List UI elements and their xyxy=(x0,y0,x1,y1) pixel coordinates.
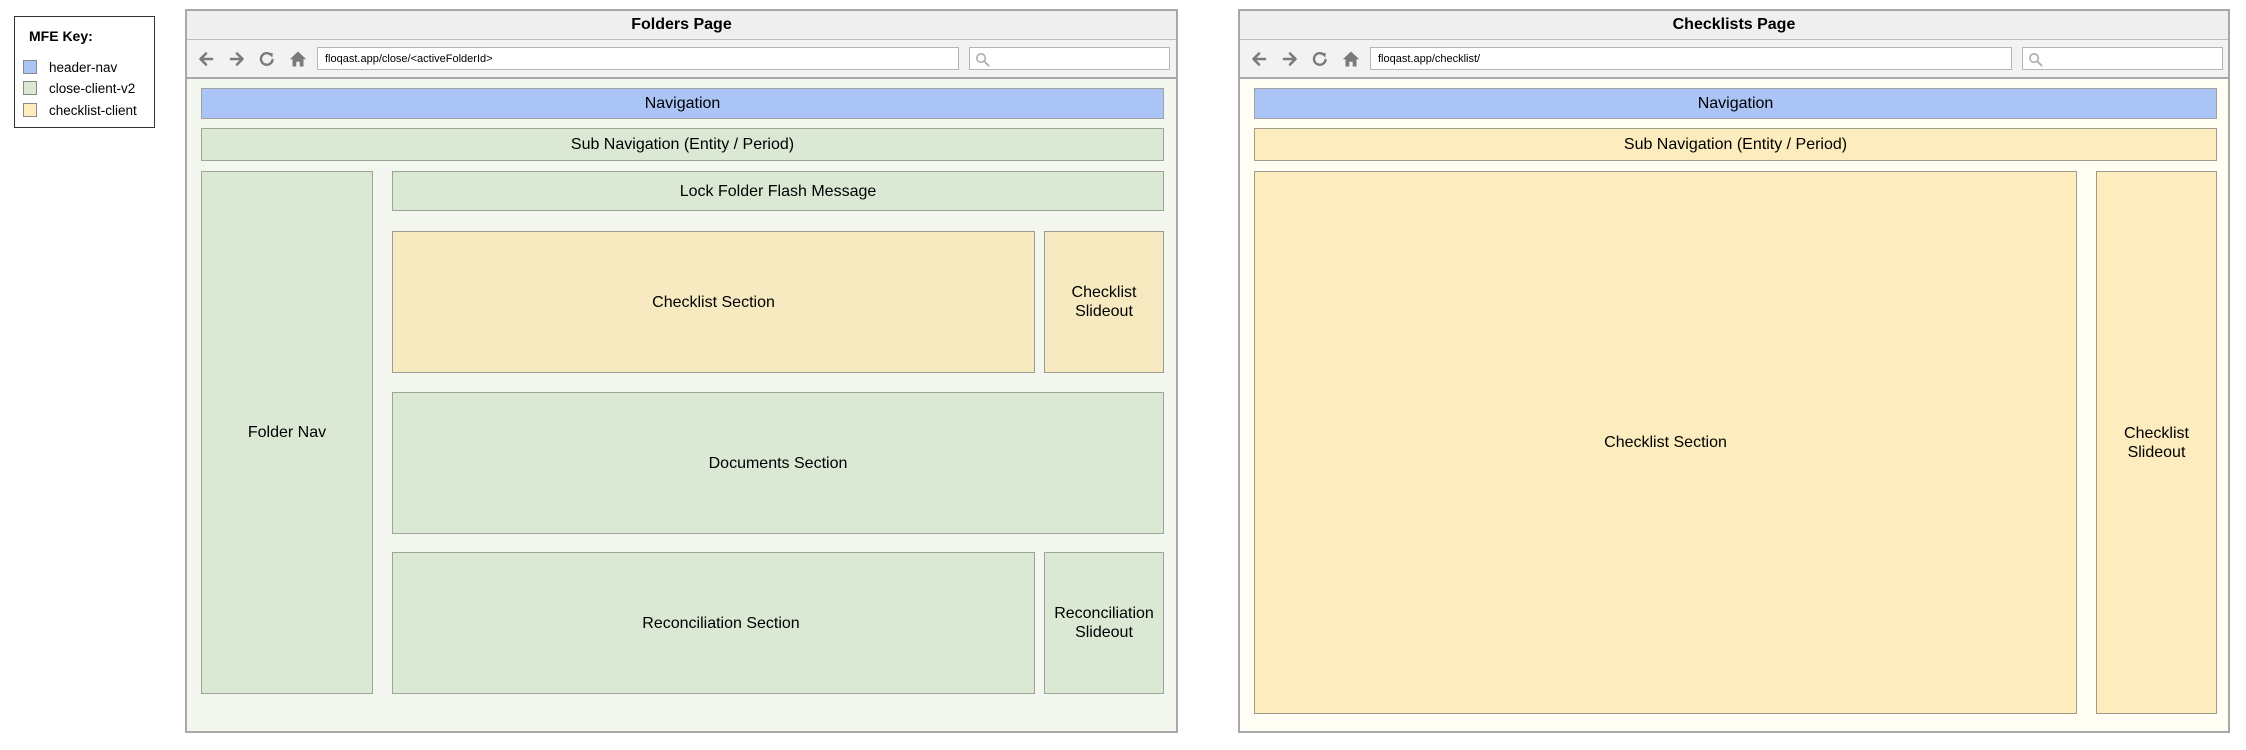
legend-item-close-client-v2: close-client-v2 xyxy=(23,80,135,96)
window-title: Checklists Page xyxy=(1240,11,2228,40)
sub-navigation-bar: Sub Navigation (Entity / Period) xyxy=(1254,128,2217,161)
browser-toolbar: floqast.app/close/<activeFolderId> xyxy=(187,40,1176,79)
address-bar[interactable]: floqast.app/checklist/ xyxy=(1370,47,2012,70)
navigation-bar: Navigation xyxy=(201,88,1164,119)
lock-folder-flash-message: Lock Folder Flash Message xyxy=(392,171,1164,211)
legend-label: header-nav xyxy=(49,59,118,75)
legend-swatch xyxy=(23,103,37,117)
search-icon xyxy=(2029,53,2043,67)
search-input[interactable] xyxy=(969,47,1170,70)
checklist-section: Checklist Section xyxy=(1254,171,2077,714)
folder-nav: Folder Nav xyxy=(201,171,373,694)
checklist-section: Checklist Section xyxy=(392,231,1035,373)
reconciliation-section: Reconciliation Section xyxy=(392,552,1035,694)
arrow-right-icon[interactable] xyxy=(227,49,247,69)
folders-page-window: Folders Page floqast.app/close/<activeFo… xyxy=(185,9,1178,733)
search-icon xyxy=(976,53,990,67)
legend-label: close-client-v2 xyxy=(49,80,136,96)
navigation-bar: Navigation xyxy=(1254,88,2217,119)
arrow-left-icon[interactable] xyxy=(196,49,216,69)
documents-section: Documents Section xyxy=(392,392,1164,534)
sub-navigation-bar: Sub Navigation (Entity / Period) xyxy=(201,128,1164,161)
legend-item-checklist-client: checklist-client xyxy=(23,102,137,118)
browser-toolbar: floqast.app/checklist/ xyxy=(1240,40,2228,79)
legend-label: checklist-client xyxy=(49,102,137,118)
arrow-left-icon[interactable] xyxy=(1249,49,1269,69)
legend-swatch xyxy=(23,81,37,95)
mfe-legend: MFE Key: header-nav close-client-v2 chec… xyxy=(14,16,155,128)
home-icon[interactable] xyxy=(1341,49,1361,69)
arrow-right-icon[interactable] xyxy=(1280,49,1300,69)
home-icon[interactable] xyxy=(288,49,308,69)
window-title: Folders Page xyxy=(187,11,1176,40)
address-bar[interactable]: floqast.app/close/<activeFolderId> xyxy=(317,47,959,70)
search-input[interactable] xyxy=(2022,47,2223,70)
legend-title: MFE Key: xyxy=(29,28,93,44)
refresh-icon[interactable] xyxy=(1310,49,1330,69)
legend-item-header-nav: header-nav xyxy=(23,59,117,75)
checklist-slideout: Checklist Slideout xyxy=(2096,171,2217,714)
refresh-icon[interactable] xyxy=(257,49,277,69)
checklist-slideout: Checklist Slideout xyxy=(1044,231,1164,373)
checklists-page-window: Checklists Page floqast.app/checklist/ N… xyxy=(1238,9,2230,733)
legend-swatch xyxy=(23,60,37,74)
reconciliation-slideout: Reconciliation Slideout xyxy=(1044,552,1164,694)
